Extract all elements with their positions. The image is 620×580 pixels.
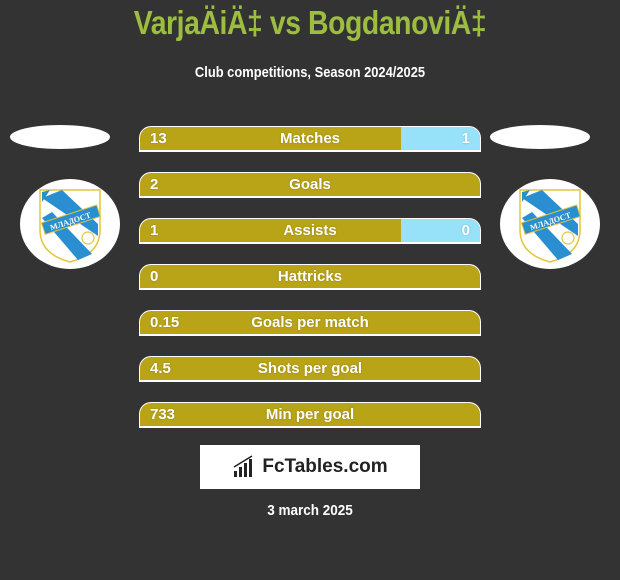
club-crest-icon: МЛАДОСТ — [39, 189, 102, 263]
stat-row: 0 Hattricks — [139, 264, 481, 290]
stat-row: 1 Assists 0 — [139, 218, 481, 244]
stat-label: Min per goal — [265, 406, 355, 423]
right-player-name-placeholder — [490, 125, 590, 149]
stat-row: 2 Goals — [139, 172, 481, 198]
stat-row: 13 Matches 1 — [139, 126, 481, 152]
stat-label: Goals — [289, 176, 331, 193]
stat-label: Hattricks — [277, 268, 343, 285]
club-crest-icon: МЛАДОСТ — [519, 189, 582, 263]
left-player-name-placeholder — [10, 125, 110, 149]
right-value: 0 — [461, 222, 470, 239]
bar-chart-icon — [233, 455, 253, 477]
date-label: 3 march 2025 — [267, 502, 353, 519]
right-team-logo: МЛАДОСТ — [500, 179, 600, 269]
page-title: VarjaÄiÄ‡ vs BogdanoviÄ‡ — [133, 4, 487, 41]
page-subtitle: Club competitions, Season 2024/2025 — [194, 64, 426, 81]
stat-label: Matches — [279, 130, 341, 147]
stat-row: 4.5 Shots per goal — [139, 356, 481, 382]
brand-text: FcTables.com — [262, 456, 388, 477]
stat-label: Shots per goal — [257, 360, 363, 377]
left-team-logo: МЛАДОСТ — [20, 179, 120, 269]
stat-row: 733 Min per goal — [139, 402, 481, 428]
stat-label: Assists — [283, 222, 337, 239]
stat-row: 0.15 Goals per match — [139, 310, 481, 336]
right-value: 1 — [461, 130, 470, 147]
fctables-logo[interactable]: FcTables.com — [200, 445, 420, 489]
stat-label: Goals per match — [251, 314, 369, 331]
